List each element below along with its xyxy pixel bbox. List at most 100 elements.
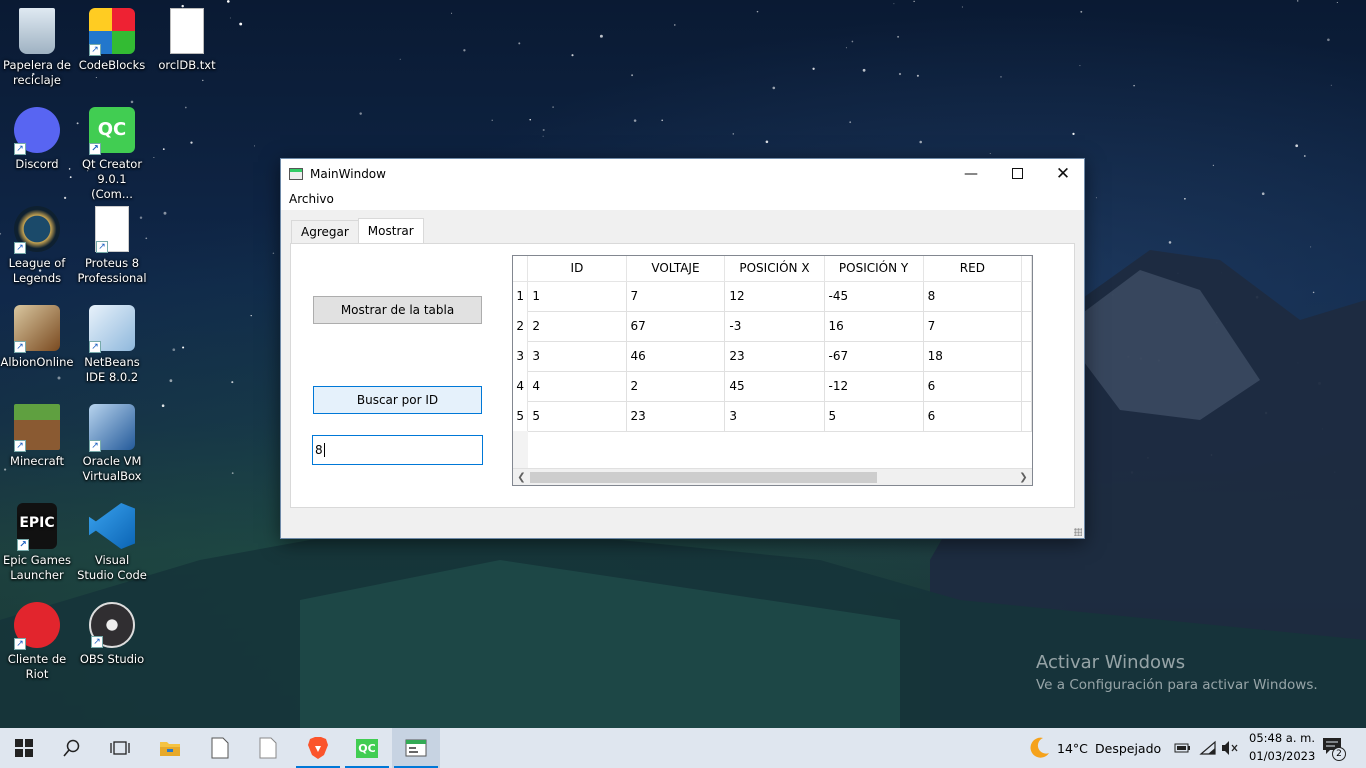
battery-icon[interactable] bbox=[1174, 741, 1192, 755]
clock-time[interactable]: 05:48 a. m. bbox=[1249, 731, 1315, 745]
table-row[interactable]: 1 1 7 12 -45 8 bbox=[513, 281, 1032, 312]
notification-center-button[interactable]: 2 bbox=[1322, 737, 1346, 761]
minimize-button[interactable]: — bbox=[948, 159, 994, 188]
table-cell-overflow[interactable] bbox=[1021, 401, 1032, 432]
column-header[interactable]: POSICIÓN X bbox=[724, 256, 825, 282]
column-header-overflow[interactable] bbox=[1021, 256, 1032, 282]
title-bar[interactable]: MainWindow — ✕ bbox=[281, 159, 1084, 188]
tab-mostrar[interactable]: Mostrar bbox=[357, 218, 424, 243]
table-cell[interactable]: 2 bbox=[626, 371, 726, 402]
column-header[interactable]: RED bbox=[923, 256, 1023, 282]
taskbar-file-explorer[interactable] bbox=[146, 728, 194, 768]
column-header[interactable]: POSICIÓN Y bbox=[824, 256, 924, 282]
table-row[interactable]: 2 2 67 -3 16 7 bbox=[513, 311, 1032, 342]
table-cell[interactable]: 6 bbox=[923, 401, 1023, 432]
table-cell-overflow[interactable] bbox=[1021, 311, 1032, 342]
row-header[interactable]: 3 bbox=[513, 341, 529, 371]
data-table[interactable]: ID VOLTAJE POSICIÓN X POSICIÓN Y RED 1 1… bbox=[512, 255, 1033, 486]
table-cell[interactable]: 3 bbox=[527, 341, 627, 372]
weather-moon-icon[interactable] bbox=[1025, 735, 1051, 761]
desktop-icon-albion-online[interactable]: ↗ AlbionOnline bbox=[0, 305, 74, 370]
scrollbar-thumb[interactable] bbox=[530, 472, 877, 483]
taskbar-notepad[interactable] bbox=[196, 728, 244, 768]
row-header-filler bbox=[513, 431, 528, 469]
show-table-button[interactable]: Mostrar de la tabla bbox=[313, 296, 482, 324]
table-cell[interactable]: 1 bbox=[527, 281, 627, 312]
table-cell[interactable]: 2 bbox=[527, 311, 627, 342]
start-button[interactable] bbox=[0, 728, 48, 768]
desktop-icon-virtualbox[interactable]: ↗ Oracle VM VirtualBox bbox=[75, 404, 149, 484]
column-header[interactable]: VOLTAJE bbox=[626, 256, 726, 282]
table-cell[interactable]: 3 bbox=[724, 401, 825, 432]
desktop-icon-epic-games[interactable]: EPIC ↗ Epic Games Launcher bbox=[0, 503, 74, 583]
table-cell[interactable]: 45 bbox=[724, 371, 825, 402]
table-cell-overflow[interactable] bbox=[1021, 341, 1032, 372]
table-row[interactable]: 3 3 46 23 -67 18 bbox=[513, 341, 1032, 372]
table-cell[interactable]: 18 bbox=[923, 341, 1023, 372]
table-cell[interactable]: 67 bbox=[626, 311, 726, 342]
desktop-icon-orcldb-txt[interactable]: orclDB.txt bbox=[150, 8, 224, 73]
clock-date[interactable]: 01/03/2023 bbox=[1249, 749, 1315, 763]
desktop-icon-recycle-bin[interactable]: Papelera de reciclaje bbox=[0, 8, 74, 88]
table-cell[interactable]: 6 bbox=[923, 371, 1023, 402]
table-row[interactable]: 4 4 2 45 -12 6 bbox=[513, 371, 1032, 402]
row-header[interactable]: 2 bbox=[513, 311, 529, 341]
star bbox=[571, 54, 574, 57]
desktop-icon-netbeans[interactable]: ↗ NetBeans IDE 8.0.2 bbox=[75, 305, 149, 385]
desktop-icon-discord[interactable]: ↗ Discord bbox=[0, 107, 74, 172]
table-cell[interactable]: 23 bbox=[626, 401, 726, 432]
table-cell[interactable]: -45 bbox=[824, 281, 924, 312]
table-cell[interactable]: 5 bbox=[824, 401, 924, 432]
table-cell-overflow[interactable] bbox=[1021, 281, 1032, 312]
row-header[interactable]: 1 bbox=[513, 281, 529, 311]
close-button[interactable]: ✕ bbox=[1040, 159, 1086, 188]
desktop-icon-vscode[interactable]: Visual Studio Code bbox=[75, 503, 149, 583]
search-button[interactable] bbox=[48, 728, 96, 768]
taskbar-brave[interactable] bbox=[294, 728, 342, 768]
desktop-icon-codeblocks[interactable]: ↗ CodeBlocks bbox=[75, 8, 149, 73]
desktop-icon-obs-studio[interactable]: ↗ OBS Studio bbox=[75, 602, 149, 667]
star bbox=[1086, 331, 1088, 333]
row-header[interactable]: 4 bbox=[513, 371, 529, 401]
table-cell[interactable]: 16 bbox=[824, 311, 924, 342]
weather-condition[interactable]: Despejado bbox=[1095, 741, 1161, 756]
scroll-right-icon[interactable]: ❯ bbox=[1015, 469, 1032, 485]
volume-muted-icon[interactable] bbox=[1221, 740, 1239, 756]
table-cell[interactable]: -3 bbox=[724, 311, 825, 342]
id-input[interactable]: 8 bbox=[312, 435, 483, 465]
table-cell[interactable]: 5 bbox=[527, 401, 627, 432]
table-cell[interactable]: 8 bbox=[923, 281, 1023, 312]
taskbar-text-file[interactable] bbox=[244, 728, 292, 768]
table-cell[interactable]: 4 bbox=[527, 371, 627, 402]
desktop-icon-qt-creator[interactable]: QC ↗ Qt Creator 9.0.1 (Com... bbox=[75, 107, 149, 202]
menu-archivo[interactable]: Archivo bbox=[289, 192, 334, 206]
table-cell[interactable]: 7 bbox=[626, 281, 726, 312]
taskbar-mainwindow[interactable] bbox=[392, 728, 440, 768]
table-cell-overflow[interactable] bbox=[1021, 371, 1032, 402]
wifi-icon[interactable] bbox=[1199, 740, 1217, 756]
task-view-button[interactable] bbox=[96, 728, 144, 768]
table-corner[interactable] bbox=[513, 256, 529, 282]
desktop-icon-riot-client[interactable]: ↗ Cliente de Riot bbox=[0, 602, 74, 682]
table-cell[interactable]: -12 bbox=[824, 371, 924, 402]
star bbox=[916, 74, 919, 77]
table-row[interactable]: 5 5 23 3 5 6 bbox=[513, 401, 1032, 432]
table-cell[interactable]: 12 bbox=[724, 281, 825, 312]
row-header[interactable]: 5 bbox=[513, 401, 529, 431]
scroll-left-icon[interactable]: ❮ bbox=[513, 469, 530, 485]
search-by-id-button[interactable]: Buscar por ID bbox=[313, 386, 482, 414]
desktop-icon-minecraft[interactable]: ↗ Minecraft bbox=[0, 404, 74, 469]
taskbar-qt-creator[interactable]: QC bbox=[343, 728, 391, 768]
maximize-button[interactable] bbox=[994, 159, 1040, 188]
weather-temperature[interactable]: 14°C bbox=[1057, 741, 1088, 756]
table-cell[interactable]: 7 bbox=[923, 311, 1023, 342]
table-cell[interactable]: 23 bbox=[724, 341, 825, 372]
desktop-icon-proteus[interactable]: ↗ Proteus 8 Professional bbox=[75, 206, 149, 286]
table-cell[interactable]: 46 bbox=[626, 341, 726, 372]
resize-grip-icon[interactable] bbox=[1074, 528, 1082, 536]
table-cell[interactable]: -67 bbox=[824, 341, 924, 372]
column-header[interactable]: ID bbox=[527, 256, 627, 282]
desktop-icon-league-of-legends[interactable]: ↗ League of Legends bbox=[0, 206, 74, 286]
tab-agregar[interactable]: Agregar bbox=[291, 220, 359, 243]
horizontal-scrollbar[interactable]: ❮ ❯ bbox=[513, 468, 1032, 485]
